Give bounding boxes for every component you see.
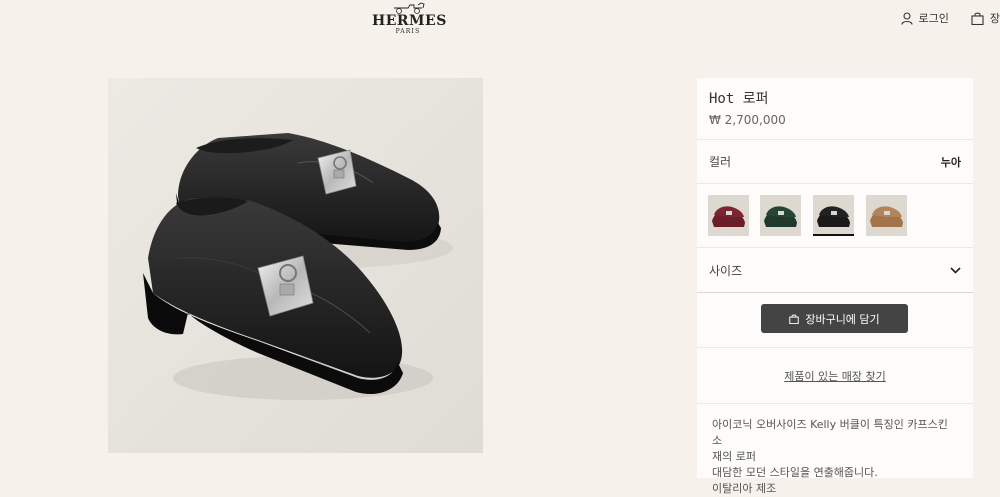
add-to-cart-label: 장바구니에 담기 <box>805 311 879 327</box>
product-name: Hot 로퍼 <box>709 90 961 108</box>
description-line: 재의 로퍼 <box>712 449 961 465</box>
login-label: 로그인 <box>919 10 949 26</box>
size-label: 사이즈 <box>709 262 742 279</box>
brand-subtitle: PARIS <box>372 28 444 36</box>
description-line: 이탈리아 제조 <box>712 481 961 497</box>
hermes-logo[interactable]: HERMES PARIS <box>372 2 444 36</box>
store-section: 제품이 있는 매장 찾기 <box>697 348 973 404</box>
product-description: 아이코닉 오버사이즈 Kelly 버클이 특징인 카프스킨 소 재의 로퍼 대담… <box>697 404 973 497</box>
color-label: 컬러 <box>709 153 731 170</box>
swatch-black[interactable] <box>813 195 854 236</box>
description-line: 아이코닉 오버사이즈 Kelly 버클이 특징인 카프스킨 소 <box>712 417 961 449</box>
color-swatches <box>697 184 973 248</box>
color-value: 누아 <box>941 154 961 170</box>
find-store-link[interactable]: 제품이 있는 매장 찾기 <box>784 368 886 384</box>
product-price: ₩ 2,700,000 <box>709 113 961 127</box>
swatch-dark-green[interactable] <box>760 195 801 236</box>
product-title-section: Hot 로퍼 ₩ 2,700,000 <box>697 78 973 140</box>
brand-name: HERMES <box>372 14 444 28</box>
swatch-tan[interactable] <box>866 195 907 236</box>
loafer-illustration <box>108 78 483 453</box>
cart-section: 장바구니에 담기 <box>697 293 973 348</box>
shopping-bag-icon <box>971 12 984 25</box>
user-icon <box>901 12 913 25</box>
black-loafer-thumb <box>813 195 854 234</box>
product-image[interactable] <box>108 78 483 453</box>
add-to-cart-button[interactable]: 장바구니에 담기 <box>761 304 908 333</box>
color-row: 컬러 누아 <box>697 140 973 184</box>
tan-loafer-thumb <box>866 195 907 236</box>
product-panel: Hot 로퍼 ₩ 2,700,000 컬러 누아 <box>697 78 973 478</box>
chevron-down-icon <box>950 267 961 274</box>
cart-link[interactable]: 장 <box>971 10 1000 26</box>
login-link[interactable]: 로그인 <box>901 10 949 26</box>
swatch-burgundy[interactable] <box>708 195 749 236</box>
header-actions: 로그인 장 <box>901 10 1000 26</box>
cart-label: 장 <box>990 10 1000 26</box>
burgundy-loafer-thumb <box>708 195 749 236</box>
green-loafer-thumb <box>760 195 801 236</box>
size-selector[interactable]: 사이즈 <box>697 248 973 293</box>
description-line: 대담한 모던 스타일을 연출해줍니다. <box>712 465 961 481</box>
shopping-bag-icon <box>789 314 799 324</box>
